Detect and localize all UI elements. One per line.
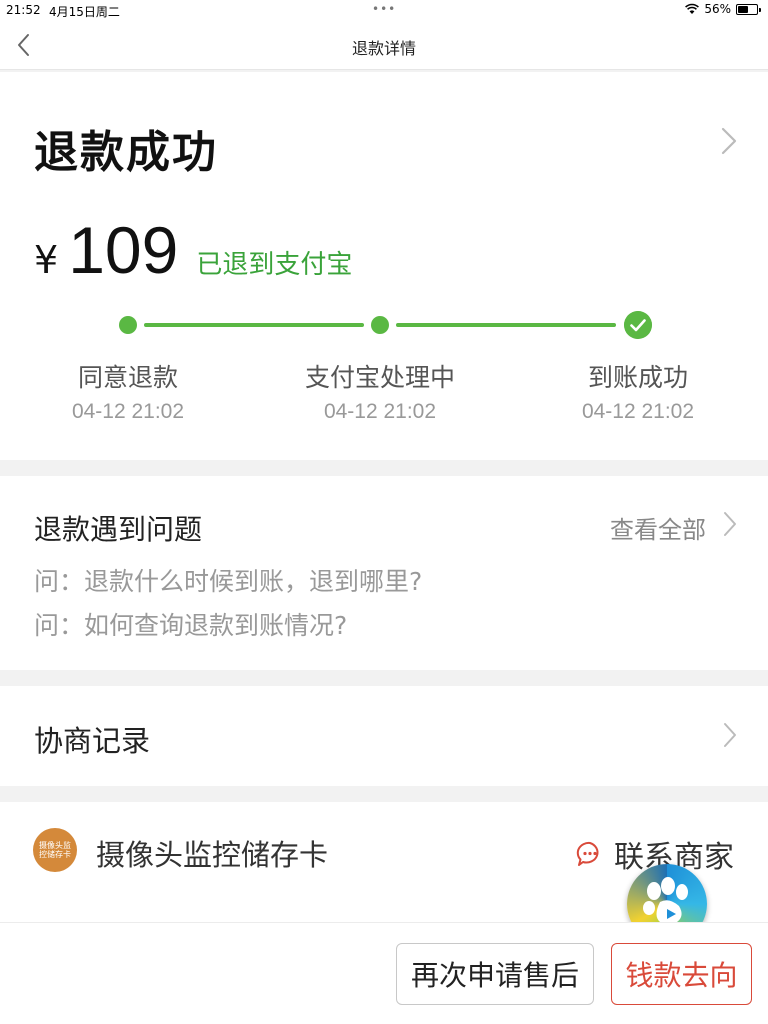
chevron-right-icon[interactable] (720, 126, 738, 156)
check-icon (624, 311, 652, 339)
negotiation-title: 协商记录 (34, 724, 151, 758)
status-date: 4月15日周二 (49, 5, 120, 19)
refund-status-title: 退款成功 (34, 127, 218, 178)
timeline-step-time: 04-12 21:02 (71, 400, 185, 423)
status-right: 56% (685, 2, 761, 16)
battery-fill (738, 5, 749, 13)
negotiation-record-row[interactable]: 协商记录 (0, 686, 768, 786)
faq-view-all-link[interactable]: 查看全部 (610, 510, 706, 545)
chat-bubble-icon (576, 841, 599, 866)
wifi-icon (685, 3, 700, 14)
nav-bar: 退款详情 (0, 20, 768, 70)
faq-question-link[interactable]: 问：退款什么时候到账，退到哪里? (34, 562, 422, 598)
page-title: 退款详情 (351, 39, 416, 58)
amount-row: ¥ 109 已退到支付宝 (34, 212, 352, 288)
faq-title: 退款遇到问题 (34, 513, 203, 546)
timeline-step-label: 到账成功 (587, 363, 688, 392)
refund-destination: 已退到支付宝 (196, 250, 353, 280)
refund-faq-card: 退款遇到问题 查看全部 问：退款什么时候到账，退到哪里? 问：如何查询退款到账情… (0, 476, 768, 670)
timeline-step-label: 同意退款 (77, 363, 178, 392)
timeline-dot (119, 316, 137, 334)
battery-icon (736, 3, 761, 15)
bottom-action-bar: 再次申请售后 钱款去向 (0, 922, 768, 1024)
timeline-step-label: 支付宝处理中 (304, 363, 455, 392)
timeline-dot (371, 316, 389, 334)
refund-status-card[interactable]: 退款成功 ¥ 109 已退到支付宝 同意退款 支付宝处理中 到账成功 04-12… (0, 72, 768, 460)
apply-after-sale-button[interactable]: 再次申请售后 (396, 943, 594, 1005)
timeline-step-time: 04-12 21:02 (323, 400, 437, 423)
currency-symbol: ¥ (34, 238, 59, 282)
faq-question-link[interactable]: 问：如何查询退款到账情况? (34, 606, 347, 642)
refund-timeline: 同意退款 支付宝处理中 到账成功 04-12 21:02 04-12 21:02… (0, 310, 768, 430)
shop-name[interactable]: 摄像头监控储存卡 (96, 832, 328, 874)
chevron-right-icon[interactable] (722, 721, 738, 749)
status-bar: 21:52 4月15日周二 ••• 56% (0, 0, 768, 20)
battery-percent: 56% (704, 2, 731, 16)
refund-amount: 109 (68, 213, 179, 287)
timeline-step-time: 04-12 21:02 (581, 400, 695, 423)
timeline-line (144, 323, 364, 327)
status-time: 21:52 (6, 3, 41, 17)
chevron-right-icon[interactable] (722, 510, 738, 538)
money-trace-button[interactable]: 钱款去向 (611, 943, 752, 1005)
shop-logo[interactable]: 摄像头监控储存卡 (33, 828, 77, 872)
timeline-line (396, 323, 616, 327)
multitask-dots[interactable]: ••• (372, 2, 396, 16)
